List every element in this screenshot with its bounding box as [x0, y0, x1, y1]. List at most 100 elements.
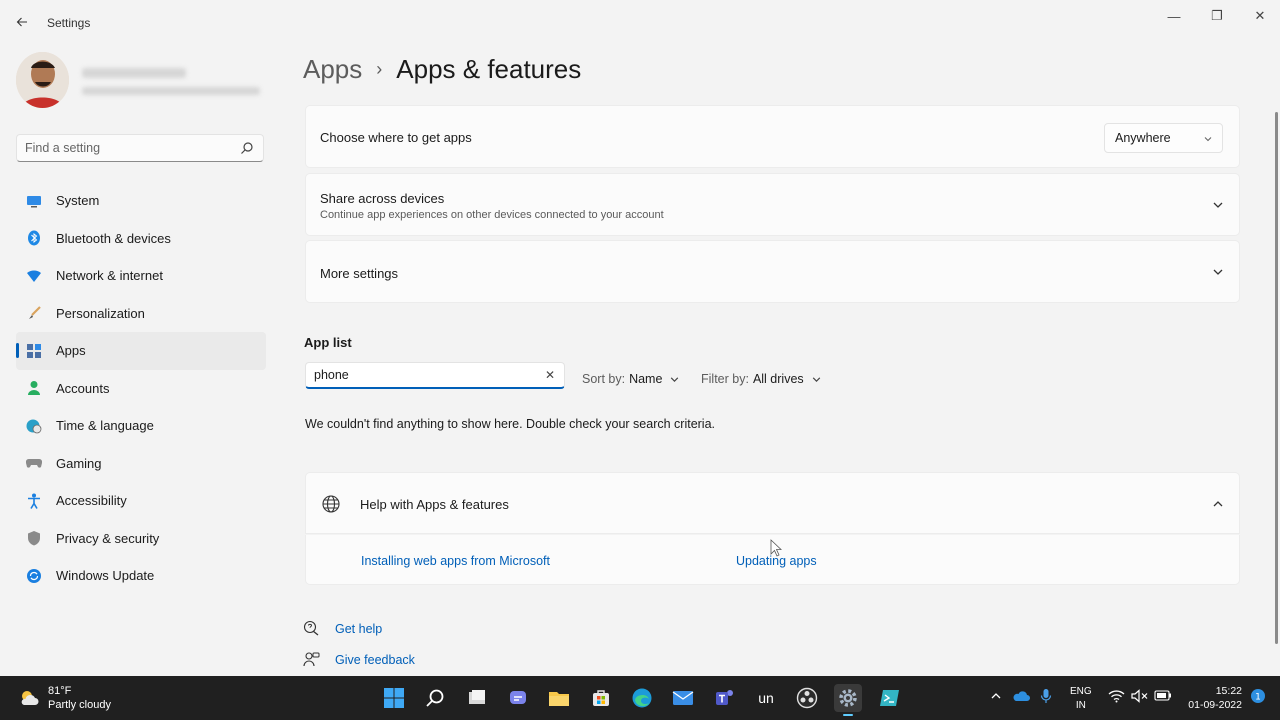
title-bar: Settings — ❐ ✕ [0, 0, 1280, 44]
mail-icon [672, 691, 694, 705]
settings-search-box[interactable] [16, 134, 264, 162]
sidebar-item-network-internet[interactable]: Network & internet [16, 257, 266, 295]
sidebar-item-time-language[interactable]: Time & language [16, 407, 266, 445]
sort-by-value: Name [629, 372, 663, 386]
mail-button[interactable] [669, 684, 697, 712]
sidebar-item-label: Accounts [56, 380, 110, 396]
taskbar-app-label: un [758, 690, 774, 706]
settings-app-button[interactable] [834, 684, 862, 716]
sidebar-item-personalization[interactable]: Personalization [16, 295, 266, 333]
obs-button[interactable] [793, 684, 821, 712]
app-source-dropdown[interactable]: Anywhere [1104, 123, 1223, 153]
teams-button[interactable] [711, 684, 739, 712]
app-list-search-box[interactable]: ✕ [305, 362, 565, 389]
clear-search-button[interactable]: ✕ [545, 368, 555, 382]
sidebar-nav: System Bluetooth & devices Network & inter… [16, 182, 266, 595]
chat-icon [510, 691, 526, 704]
filter-by-dropdown[interactable]: Filter by: All drives [701, 372, 822, 386]
sidebar-item-label: Bluetooth & devices [56, 230, 171, 246]
battery-icon [1154, 690, 1171, 701]
sidebar-item-accounts[interactable]: Accounts [16, 370, 266, 408]
taskbar: 81°F Partly cloudy un ENG IN 15:22 01-09… [0, 676, 1280, 720]
search-icon [426, 689, 444, 707]
microphone-tray[interactable] [1040, 688, 1052, 707]
app-source-value: Anywhere [1115, 131, 1171, 145]
sidebar-item-gaming[interactable]: Gaming [16, 445, 266, 483]
brush-icon [26, 305, 42, 321]
maximize-button[interactable]: ❐ [1197, 6, 1237, 26]
close-button[interactable]: ✕ [1240, 6, 1280, 26]
person-icon [26, 380, 42, 396]
chevron-down-icon [671, 376, 679, 382]
chevron-down-icon[interactable] [1211, 265, 1225, 279]
share-devices-subtitle: Continue app experiences on other device… [320, 209, 664, 221]
avatar [16, 52, 69, 108]
edge-browser-icon [632, 688, 652, 708]
task-view-button[interactable] [463, 684, 491, 712]
chevron-down-icon[interactable] [1211, 198, 1225, 212]
sidebar-item-accessibility[interactable]: Accessibility [16, 482, 266, 520]
installing-web-apps-link[interactable]: Installing web apps from Microsoft [361, 554, 550, 568]
partly-cloudy-icon [21, 691, 39, 705]
mouse-cursor-icon [770, 539, 782, 557]
chevron-up-icon[interactable] [1211, 497, 1225, 511]
onedrive-tray[interactable] [1012, 690, 1030, 705]
sidebar-item-label: Gaming [56, 455, 102, 471]
show-hidden-icons-button[interactable] [990, 690, 1002, 705]
chevron-up-icon [991, 693, 1001, 699]
sort-by-label: Sort by: [582, 372, 626, 386]
sidebar-item-system[interactable]: System [16, 182, 266, 220]
sidebar-item-bluetooth-devices[interactable]: Bluetooth & devices [16, 220, 266, 258]
sort-by-dropdown[interactable]: Sort by: Name [582, 372, 680, 386]
get-help-link[interactable]: Get help [303, 620, 382, 637]
clock[interactable]: 15:22 01-09-2022 [1182, 684, 1242, 712]
empty-results-message: We couldn't find anything to show here. … [305, 417, 716, 431]
settings-search-input[interactable] [17, 135, 227, 161]
teams-chat-button[interactable] [504, 684, 532, 712]
feedback-icon [303, 652, 320, 667]
help-chat-icon [303, 620, 319, 636]
give-feedback-label: Give feedback [335, 652, 415, 667]
windows-logo-icon [384, 688, 404, 708]
terminal-button[interactable] [876, 684, 904, 712]
user-profile[interactable] [16, 52, 266, 112]
help-section-title: Help with Apps & features [360, 497, 509, 512]
help-section-header[interactable]: Help with Apps & features [305, 472, 1240, 534]
chevron-down-icon [812, 376, 820, 382]
share-devices-card[interactable]: Share across devices Continue app experi… [305, 173, 1240, 236]
sidebar-item-label: System [56, 193, 100, 209]
sidebar-item-apps[interactable]: Apps [16, 332, 266, 370]
app-list-heading: App list [304, 335, 352, 350]
language-indicator[interactable]: ENG IN [1070, 685, 1092, 713]
accessibility-icon [26, 493, 42, 509]
back-button[interactable] [10, 12, 34, 32]
breadcrumb-apps-link[interactable]: Apps [303, 54, 362, 85]
taskbar-app-un[interactable]: un [752, 684, 780, 712]
sidebar-item-label: Windows Update [56, 568, 155, 584]
choose-apps-title: Choose where to get apps [320, 130, 472, 145]
network-tray[interactable] [1108, 689, 1125, 706]
system-icon [26, 193, 42, 209]
taskbar-search-button[interactable] [421, 684, 449, 712]
more-settings-title: More settings [320, 266, 399, 281]
more-settings-card[interactable]: More settings [305, 240, 1240, 303]
start-button[interactable] [380, 684, 408, 712]
filter-by-value: All drives [752, 372, 804, 386]
minimize-button[interactable]: — [1154, 6, 1194, 26]
volume-muted-icon [1131, 689, 1148, 703]
sidebar-item-windows-update[interactable]: Windows Update [16, 557, 266, 595]
user-email-blurred [82, 87, 260, 95]
volume-tray[interactable] [1131, 689, 1148, 706]
store-button[interactable] [587, 684, 615, 712]
notifications-button[interactable]: 1 [1250, 688, 1266, 707]
battery-tray[interactable] [1154, 690, 1172, 704]
sidebar-item-label: Apps [56, 343, 86, 359]
file-explorer-button[interactable] [545, 684, 573, 712]
breadcrumb-separator: › [376, 59, 383, 79]
give-feedback-link[interactable]: Give feedback [303, 651, 415, 668]
weather-widget[interactable]: 81°F Partly cloudy [18, 684, 111, 712]
app-list-search-input[interactable] [306, 363, 526, 387]
scrollbar[interactable] [1275, 112, 1278, 644]
edge-button[interactable] [628, 684, 656, 712]
sidebar-item-privacy-security[interactable]: Privacy & security [16, 520, 266, 558]
